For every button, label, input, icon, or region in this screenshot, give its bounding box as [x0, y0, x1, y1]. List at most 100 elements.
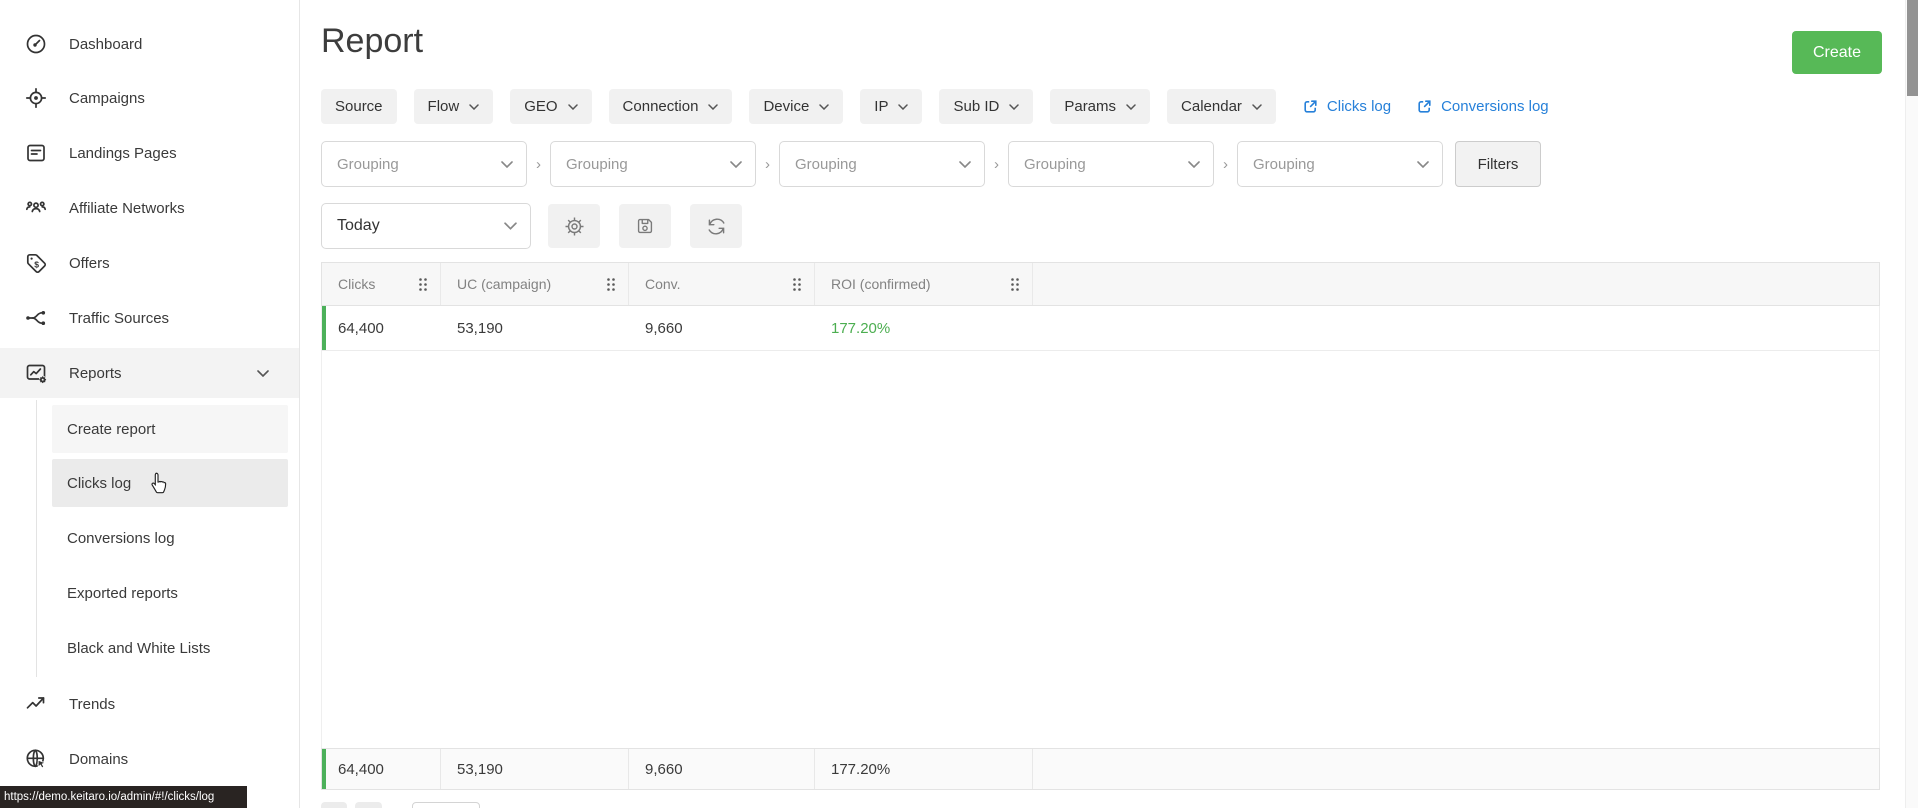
- clicks-log-link[interactable]: Clicks log: [1303, 98, 1391, 115]
- report-toolbar: Today: [321, 203, 742, 249]
- filters-button[interactable]: Filters: [1455, 141, 1541, 187]
- drag-handle-icon[interactable]: [418, 277, 428, 292]
- sidebar-item-label: Offers: [69, 254, 110, 272]
- date-range-value: Today: [337, 217, 380, 234]
- cell-empty: [1033, 306, 1879, 350]
- total-empty: [1033, 749, 1879, 789]
- filter-chips-row: Source Flow GEO Connection Device IP Sub…: [321, 89, 1549, 124]
- sidebar-subitem-exported-reports[interactable]: Exported reports: [52, 569, 288, 617]
- offers-icon: $: [24, 251, 48, 275]
- sidebar-item-reports[interactable]: Reports: [0, 348, 299, 398]
- chevron-down-icon: [708, 103, 719, 110]
- sidebar-item-label: Dashboard: [69, 35, 143, 53]
- report-settings-button[interactable]: [548, 204, 600, 248]
- sidebar: Dashboard Campaigns Landings Pages Affil…: [0, 0, 300, 808]
- sidebar-subitem-clicks-log[interactable]: Clicks log: [52, 459, 288, 507]
- sidebar-item-campaigns[interactable]: Campaigns: [0, 73, 299, 123]
- filter-chip-geo[interactable]: GEO: [510, 89, 592, 124]
- sidebar-item-offers[interactable]: $ Offers: [0, 238, 299, 288]
- sidebar-subitem-label: Clicks log: [67, 474, 132, 492]
- cell-uc-campaign: 53,190: [457, 319, 503, 337]
- grouping-placeholder: Grouping: [1024, 155, 1086, 173]
- column-label: ROI (confirmed): [831, 276, 931, 292]
- column-header-uc-campaign[interactable]: UC (campaign): [441, 263, 629, 305]
- gear-icon: [564, 216, 584, 236]
- page-size-select[interactable]: [412, 802, 480, 808]
- external-link-icon: [1418, 100, 1431, 113]
- grouping-select-1[interactable]: Grouping: [321, 141, 527, 187]
- chip-label: Connection: [622, 98, 699, 115]
- domains-icon: [24, 747, 48, 771]
- sidebar-subitem-black-and-white-lists[interactable]: Black and White Lists: [52, 624, 288, 672]
- chevron-down-icon: [504, 222, 517, 230]
- traffic-sources-icon: [24, 306, 48, 330]
- filter-chip-connection[interactable]: Connection: [608, 89, 733, 124]
- pagination-next-button[interactable]: [355, 802, 382, 808]
- sidebar-subitem-conversions-log[interactable]: Conversions log: [52, 514, 288, 562]
- filter-chip-flow[interactable]: Flow: [413, 89, 494, 124]
- grouping-separator: ›: [1223, 155, 1228, 173]
- column-label: UC (campaign): [457, 276, 552, 292]
- sidebar-item-label: Reports: [69, 364, 122, 382]
- filter-chip-calendar[interactable]: Calendar: [1167, 89, 1276, 124]
- filter-chip-device[interactable]: Device: [749, 89, 844, 124]
- sidebar-subitem-label: Create report: [67, 420, 156, 438]
- column-header-empty: [1033, 263, 1879, 305]
- vertical-scrollbar[interactable]: [1905, 0, 1918, 808]
- pagination-prev-button[interactable]: [321, 802, 347, 808]
- sidebar-item-label: Domains: [69, 750, 129, 768]
- grouping-separator: ›: [765, 155, 770, 173]
- total-conv: 9,660: [629, 749, 815, 789]
- external-link-icon: [1304, 100, 1317, 113]
- grouping-placeholder: Grouping: [795, 155, 857, 173]
- pagination: [321, 802, 480, 808]
- refresh-button[interactable]: [690, 204, 742, 248]
- total-roi-confirmed: 177.20%: [815, 749, 1033, 789]
- grouping-placeholder: Grouping: [337, 155, 399, 173]
- save-icon: [637, 218, 653, 234]
- sidebar-item-traffic-sources[interactable]: Traffic Sources: [0, 293, 299, 343]
- grouping-select-4[interactable]: Grouping: [1008, 141, 1214, 187]
- sidebar-subitem-create-report[interactable]: Create report: [52, 405, 288, 453]
- report-table: Clicks UC (campaign) Conv. ROI (confirme…: [321, 262, 1880, 790]
- grouping-row: Grouping › Grouping › Grouping › Groupin…: [321, 141, 1541, 187]
- column-header-roi-confirmed[interactable]: ROI (confirmed): [815, 263, 1033, 305]
- sidebar-item-domains[interactable]: Domains: [0, 734, 299, 784]
- drag-handle-icon[interactable]: [792, 277, 802, 292]
- filter-chip-params[interactable]: Params: [1050, 89, 1151, 124]
- grouping-placeholder: Grouping: [1253, 155, 1315, 173]
- grouping-select-2[interactable]: Grouping: [550, 141, 756, 187]
- drag-handle-icon[interactable]: [606, 277, 616, 292]
- filter-chip-ip[interactable]: IP: [860, 89, 923, 124]
- sidebar-subitem-label: Conversions log: [67, 529, 175, 547]
- drag-handle-icon[interactable]: [1010, 277, 1020, 292]
- conversions-log-link[interactable]: Conversions log: [1417, 98, 1549, 115]
- table-totals-row: 64,400 53,190 9,660 177.20%: [321, 748, 1880, 790]
- table-row[interactable]: 64,400 53,190 9,660 177.20%: [321, 306, 1880, 351]
- grouping-separator: ›: [536, 155, 541, 173]
- chevron-down-icon: [1126, 103, 1136, 110]
- page-title: Report: [321, 22, 424, 60]
- scrollbar-thumb[interactable]: [1907, 0, 1918, 96]
- sidebar-item-dashboard[interactable]: Dashboard: [0, 19, 299, 69]
- filter-chip-source[interactable]: Source: [321, 89, 397, 124]
- sidebar-item-label: Traffic Sources: [69, 309, 170, 327]
- sidebar-item-label: Landings Pages: [69, 144, 177, 162]
- save-report-button[interactable]: [619, 204, 671, 248]
- chip-label: Params: [1064, 98, 1117, 115]
- dashboard-icon: [24, 32, 48, 56]
- table-empty-area: [321, 351, 1880, 748]
- sidebar-item-trends[interactable]: Trends: [0, 679, 299, 729]
- reports-icon: [24, 361, 48, 385]
- date-range-select[interactable]: Today: [321, 203, 531, 249]
- sidebar-item-affiliate-networks[interactable]: Affiliate Networks: [0, 183, 299, 233]
- column-header-conv[interactable]: Conv.: [629, 263, 815, 305]
- chevron-down-icon: [257, 369, 269, 377]
- grouping-select-5[interactable]: Grouping: [1237, 141, 1443, 187]
- grouping-select-3[interactable]: Grouping: [779, 141, 985, 187]
- total-clicks: 64,400: [322, 749, 441, 789]
- column-header-clicks[interactable]: Clicks: [322, 263, 441, 305]
- sidebar-item-landings-pages[interactable]: Landings Pages: [0, 128, 299, 178]
- filter-chip-sub-id[interactable]: Sub ID: [939, 89, 1034, 124]
- create-button[interactable]: Create: [1792, 31, 1882, 74]
